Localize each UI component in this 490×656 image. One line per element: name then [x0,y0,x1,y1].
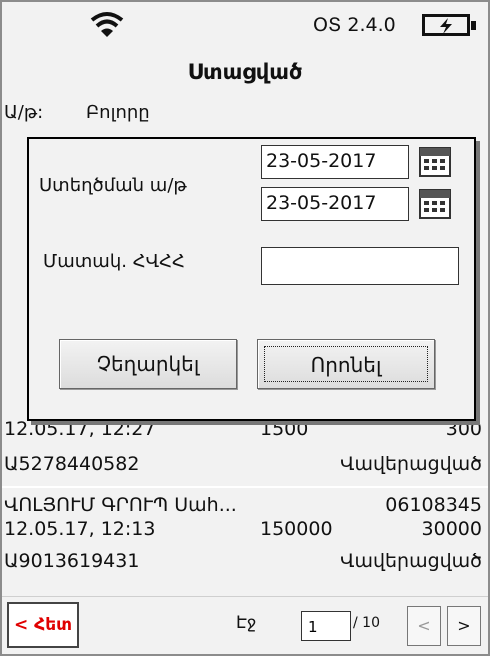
item-date: 12.05.17, 12:13 [4,518,156,540]
filter-value: Բոլորը [86,102,150,123]
pagination-bar: < Հետ Էջ 1 / 10 < > [2,596,488,654]
search-dialog: Ստեղծման ա/թ 23-05-2017 23-05-2017 Մատակ… [27,137,476,421]
date-from-field[interactable]: 23-05-2017 [261,145,409,179]
back-button[interactable]: < Հետ [7,602,79,648]
page-number-input[interactable]: 1 [301,611,351,641]
next-page-button[interactable]: > [447,606,481,646]
page-label: Էջ [236,613,257,633]
status-bar: ՕՏ 2.4.0 Ստացված [2,2,488,98]
battery-charging-icon [422,14,476,36]
page-total: / 10 [353,615,380,631]
item-vat: 30000 [421,518,482,540]
calendar-icon[interactable] [419,187,451,219]
list-item[interactable]: ՎՈԼՅՈՒՄ ԳՐՈՒՊ Սահ... 06108345 12.05.17, … [2,486,488,588]
item-supplier: ՎՈԼՅՈՒՄ ԳՐՈՒՊ Սահ... [4,494,237,516]
item-date: 12.05.17, 12:27 [4,418,156,440]
calendar-icon[interactable] [419,145,451,177]
supplier-tin-label: Մատակ. ՀՎՀՀ [43,251,185,272]
item-number: Ա5278440582 [4,453,140,475]
page-title: Ստացված [187,60,303,84]
item-number: Ա9013619431 [4,550,140,572]
prev-page-button[interactable]: < [407,606,441,646]
filter-row[interactable]: Ա/թ: Բոլորը [2,100,488,124]
filter-label: Ա/թ: [4,102,44,123]
item-amount: 150000 [260,518,333,540]
search-label: Որոնել [264,346,428,382]
item-status: Վավերացված [340,453,482,475]
creation-date-label: Ստեղծման ա/թ [39,175,187,196]
search-button[interactable]: Որոնել [257,339,435,389]
item-amount: 1500 [260,418,309,440]
date-to-field[interactable]: 23-05-2017 [261,187,409,221]
cancel-label: Չեղարկել [96,352,200,376]
app-window: ՕՏ 2.4.0 Ստացված Ա/թ: Բոլորը 12.05.17, 1… [0,0,490,656]
version-label: ՕՏ 2.4.0 [313,14,396,36]
item-vat: 300 [445,418,482,440]
cancel-button[interactable]: Չեղարկել [59,339,237,389]
item-status: Վավերացված [340,550,482,572]
wifi-icon [90,12,124,37]
item-tin: 06108345 [385,494,482,516]
supplier-tin-input[interactable] [261,247,459,285]
